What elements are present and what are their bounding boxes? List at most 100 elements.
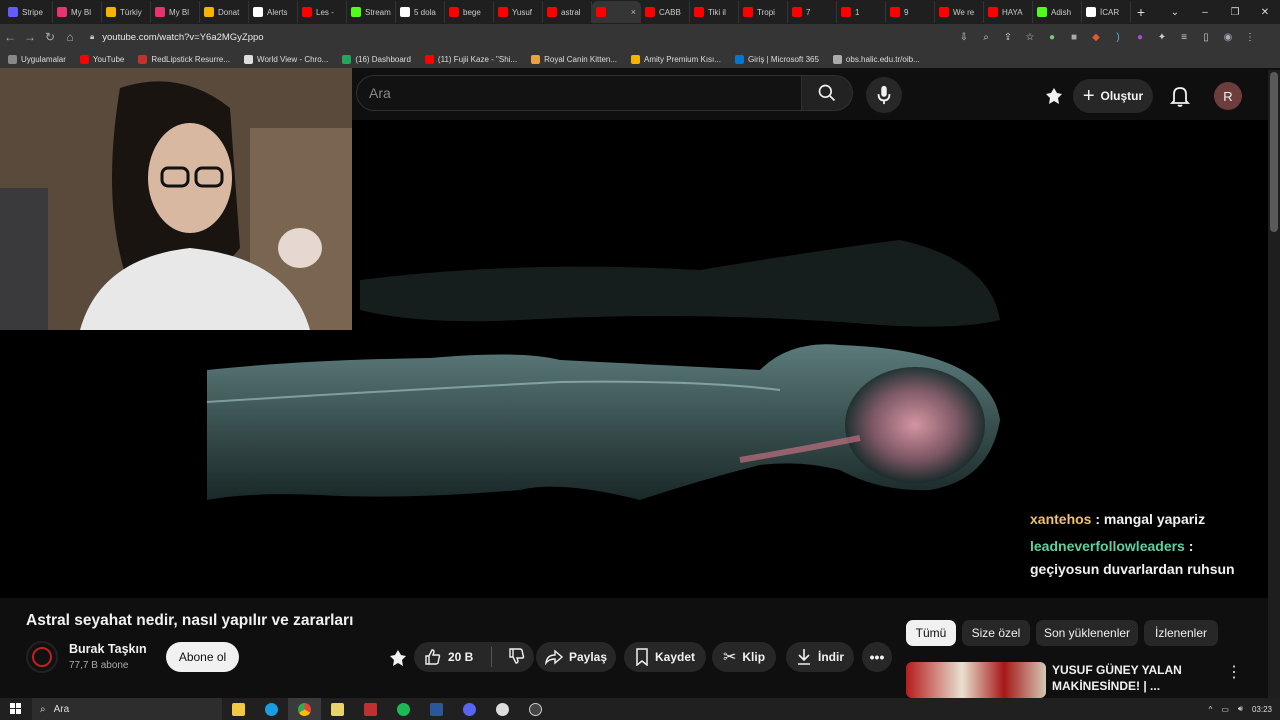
browser-tab[interactable]: We re <box>935 1 984 23</box>
browser-tab[interactable]: Alerts <box>249 1 298 23</box>
channel-name[interactable]: Burak Taşkın <box>69 642 147 656</box>
search-input[interactable]: Ara <box>356 75 802 111</box>
notifications-button[interactable] <box>1169 85 1191 112</box>
browser-tab[interactable]: Stripe <box>4 1 53 23</box>
extension-icon[interactable]: ● <box>1130 27 1150 47</box>
browser-tab[interactable]: × <box>592 1 641 23</box>
spotify-icon[interactable] <box>387 698 420 720</box>
studio-icon[interactable] <box>1044 86 1064 111</box>
windows-start-icon[interactable] <box>10 703 21 714</box>
more-actions-button[interactable]: ••• <box>862 642 892 672</box>
bookmark-star-icon[interactable]: ☆ <box>1020 27 1040 47</box>
close-tab-icon[interactable]: × <box>631 7 636 17</box>
install-icon[interactable]: ⇩ <box>954 27 974 47</box>
browser-tab[interactable]: 7 <box>788 1 837 23</box>
clip-button[interactable]: ✂ Klip <box>712 642 776 672</box>
clip-sparkle-icon[interactable] <box>388 648 408 673</box>
extension-icon[interactable]: ■ <box>1064 27 1084 47</box>
maximize-icon[interactable]: ❐ <box>1220 7 1250 18</box>
browser-tab[interactable]: bege <box>445 1 494 23</box>
channel-avatar[interactable] <box>26 641 58 673</box>
clock[interactable]: 03:23 <box>1252 705 1272 714</box>
home-icon[interactable]: ⌂ <box>60 30 80 44</box>
chevron-up-icon[interactable]: ^ <box>1209 705 1213 714</box>
browser-tab[interactable]: Les - <box>298 1 347 23</box>
voice-search-button[interactable] <box>866 77 902 113</box>
chip-for-you[interactable]: Size özel <box>962 620 1030 646</box>
browser-tab[interactable]: 5 dola <box>396 1 445 23</box>
search-button[interactable] <box>801 75 853 111</box>
browser-tab[interactable]: My Bl <box>53 1 102 23</box>
account-avatar[interactable]: R <box>1214 82 1242 110</box>
like-button[interactable]: 20 B <box>424 648 473 666</box>
discord-icon[interactable] <box>453 698 486 720</box>
network-icon[interactable]: ▭ <box>1221 705 1229 714</box>
taskbar-search[interactable]: ⌕ Ara <box>32 698 222 720</box>
chip-all[interactable]: Tümü <box>906 620 956 646</box>
recommendation-title[interactable]: YUSUF GÜNEY YALAN MAKİNESİNDE! | ... <box>1052 662 1222 694</box>
obs-icon[interactable] <box>486 698 519 720</box>
extension-icon[interactable]: ) <box>1108 27 1128 47</box>
browser-tab[interactable]: HAYA <box>984 1 1033 23</box>
bookmark-item[interactable]: Uygulamalar <box>8 54 66 64</box>
share-icon[interactable]: ⇪ <box>998 27 1018 47</box>
bookmark-item[interactable]: RedLipstick Resurre... <box>138 54 230 64</box>
media-icon[interactable]: ≡ <box>1174 27 1194 47</box>
file-explorer-icon[interactable] <box>222 698 255 720</box>
new-tab-button[interactable]: + <box>1131 4 1151 20</box>
share-button[interactable]: Paylaş <box>536 642 616 672</box>
browser-tab[interactable]: Donat <box>200 1 249 23</box>
bookmark-item[interactable]: Royal Canin Kitten... <box>531 54 617 64</box>
browser-tab[interactable]: CABB <box>641 1 690 23</box>
browser-tab[interactable]: Adish <box>1033 1 1082 23</box>
minimize-icon[interactable]: – <box>1190 7 1220 18</box>
bookmark-item[interactable]: (11) Fujii Kaze - "Shi... <box>424 54 517 64</box>
save-button[interactable]: Kaydet <box>624 642 706 672</box>
subscribe-button[interactable]: Abone ol <box>166 642 239 672</box>
more-vertical-icon[interactable]: ⋮ <box>1226 662 1242 682</box>
chrome-icon[interactable] <box>288 698 321 720</box>
chip-recent[interactable]: Son yüklenenler <box>1036 620 1138 646</box>
bookmark-item[interactable]: Giriş | Microsoft 365 <box>734 54 819 64</box>
bookmark-item[interactable]: Amity Premium Kısı... <box>631 54 721 64</box>
address-bar[interactable]: 🔒︎ youtube.com/watch?v=Y6a2MGyZppo <box>90 32 264 43</box>
app-icon[interactable] <box>354 698 387 720</box>
chip-watched[interactable]: İzlenenler <box>1144 620 1218 646</box>
create-button[interactable]: + Oluştur <box>1073 79 1153 113</box>
close-window-icon[interactable]: ✕ <box>1250 7 1280 18</box>
tab-search-icon[interactable]: ⌄ <box>1160 7 1190 18</box>
edge-icon[interactable] <box>255 698 288 720</box>
forward-icon[interactable]: → <box>20 30 40 44</box>
menu-dots-icon[interactable]: ⋮ <box>1240 27 1260 47</box>
word-icon[interactable] <box>420 698 453 720</box>
profile-icon[interactable]: ◉ <box>1218 27 1238 47</box>
browser-tab[interactable]: 1 <box>837 1 886 23</box>
browser-tab[interactable]: My Bl <box>151 1 200 23</box>
scrollbar-thumb[interactable] <box>1270 72 1278 232</box>
volume-icon[interactable]: 🔊︎ <box>1238 704 1243 714</box>
browser-tab[interactable]: İCAR <box>1082 1 1131 23</box>
dislike-button[interactable] <box>508 647 526 668</box>
browser-tab[interactable]: 9 <box>886 1 935 23</box>
browser-tab[interactable]: Türkiy <box>102 1 151 23</box>
bookmark-item[interactable]: World View - Chro... <box>244 54 328 64</box>
extension-icon[interactable]: ● <box>1042 27 1062 47</box>
download-button[interactable]: İndir <box>786 642 854 672</box>
reload-icon[interactable]: ↻ <box>40 30 60 44</box>
back-icon[interactable]: ← <box>0 30 20 44</box>
extension-icon[interactable]: ◆ <box>1086 27 1106 47</box>
sidepanel-icon[interactable]: ▯ <box>1196 27 1216 47</box>
zoom-icon[interactable]: ⌕ <box>976 27 996 47</box>
bookmark-item[interactable]: YouTube <box>79 54 124 64</box>
puzzle-icon[interactable]: ✦ <box>1152 27 1172 47</box>
notes-icon[interactable] <box>321 698 354 720</box>
bookmark-item[interactable]: obs.halic.edu.tr/oib... <box>832 54 920 64</box>
browser-tab[interactable]: astral <box>543 1 592 23</box>
bookmark-item[interactable]: (16) Dashboard <box>342 54 411 64</box>
app-icon[interactable] <box>519 698 552 720</box>
browser-tab[interactable]: Tiki il <box>690 1 739 23</box>
recommendation-thumbnail[interactable] <box>906 662 1046 698</box>
browser-tab[interactable]: Stream <box>347 1 396 23</box>
browser-tab[interactable]: Yusuf <box>494 1 543 23</box>
browser-tab[interactable]: Tropi <box>739 1 788 23</box>
